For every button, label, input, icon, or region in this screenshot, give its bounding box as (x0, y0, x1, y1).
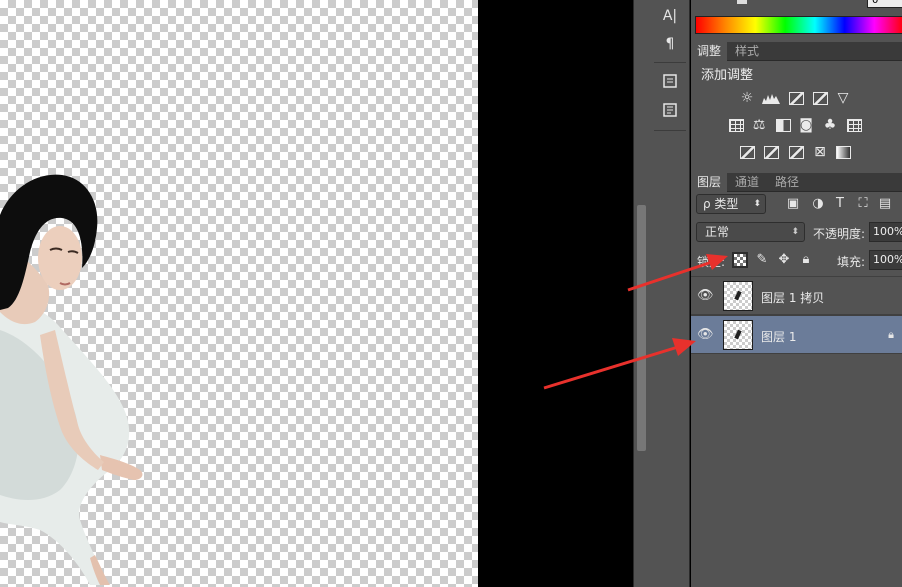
layer-thumbnail (723, 281, 753, 311)
panel-icon-strip: A| ¶ (650, 0, 690, 587)
paragraph-styles-icon[interactable] (658, 102, 682, 124)
hue-saturation-icon[interactable] (727, 117, 745, 133)
right-panel-dock: 0 调整 样式 添加调整 ☼ ▽ ⚖ ◙ ♣ ⊠ 图层 通道 路径 ρ 类型 ⬍… (691, 0, 902, 587)
filter-type-icon[interactable]: T (832, 196, 848, 212)
lock-all-icon[interactable]: 🔒︎ (798, 252, 814, 268)
adjustments-title: 添加调整 (701, 68, 754, 83)
pasteboard (478, 0, 633, 587)
posterize-icon[interactable] (762, 144, 780, 160)
color-value-field[interactable]: 0 (867, 0, 902, 8)
document-canvas[interactable] (0, 0, 478, 587)
layer-name: 图层 1 拷贝 (761, 291, 825, 305)
layer-filter-label: ρ 类型 (703, 197, 739, 211)
character-panel-icon[interactable]: A| (658, 5, 682, 27)
strip-divider (654, 62, 686, 63)
layer-locked-icon: 🔒︎ (888, 328, 894, 341)
layer-thumbnail (723, 320, 753, 350)
visibility-eye-icon[interactable]: 👁︎ (697, 288, 714, 304)
filter-adjustment-icon[interactable]: ◑ (810, 196, 826, 212)
subject-image (0, 174, 143, 585)
tab-layers[interactable]: 图层 (691, 173, 728, 192)
color-balance-icon[interactable]: ⚖ (750, 117, 768, 133)
blend-mode-select[interactable]: 正常 ⬍ (696, 222, 805, 242)
layer-name: 图层 1 (761, 330, 797, 344)
black-white-icon[interactable] (774, 117, 792, 133)
curves-icon[interactable] (787, 90, 805, 106)
filter-pixel-icon[interactable]: ▣ (785, 196, 801, 212)
color-panel-header: 0 (691, 0, 902, 16)
blend-mode-value: 正常 (705, 225, 730, 239)
lock-label: 锁定: (697, 255, 726, 269)
fill-label: 填充: (837, 255, 866, 269)
fill-input[interactable]: 100% (869, 250, 902, 270)
color-lookup-icon[interactable] (845, 117, 863, 133)
vibrance-icon[interactable]: ▽ (834, 90, 852, 106)
layer-row-copy[interactable]: 👁︎ 图层 1 拷贝 (691, 276, 902, 315)
photo-filter-icon[interactable]: ◙ (797, 117, 815, 133)
filter-shape-icon[interactable]: ⛶ (855, 196, 871, 212)
adjustments-tabbar: 调整 样式 (691, 42, 902, 61)
layer-filter-select[interactable]: ρ 类型 ⬍ (696, 194, 766, 214)
color-ramp[interactable] (695, 16, 902, 34)
lock-transparent-pixels-icon[interactable] (732, 252, 748, 268)
lock-image-pixels-icon[interactable]: ✎ (754, 252, 770, 268)
tab-styles[interactable]: 样式 (729, 42, 765, 61)
character-styles-icon[interactable] (658, 73, 682, 95)
opacity-input[interactable]: 100% (869, 222, 902, 242)
levels-icon[interactable] (762, 90, 780, 106)
layer-row-base[interactable]: 👁︎ 图层 1 🔒︎ (691, 315, 902, 354)
paragraph-panel-icon[interactable]: ¶ (658, 33, 682, 55)
exposure-icon[interactable] (811, 90, 829, 106)
visibility-eye-icon[interactable]: 👁︎ (697, 327, 714, 343)
filter-select-arrow-icon: ⬍ (753, 199, 761, 209)
blend-select-arrow-icon: ⬍ (791, 227, 799, 237)
gradient-map-icon[interactable] (834, 144, 852, 160)
layers-tabbar: 图层 通道 路径 (691, 173, 902, 192)
brightness-icon[interactable]: ☼ (738, 90, 756, 106)
tab-channels[interactable]: 通道 (729, 173, 765, 192)
channel-mixer-icon[interactable]: ♣ (821, 117, 839, 133)
opacity-label: 不透明度: (813, 227, 866, 241)
vertical-scrollbar[interactable] (633, 0, 650, 587)
threshold-icon[interactable] (787, 144, 805, 160)
tab-paths[interactable]: 路径 (769, 173, 805, 192)
invert-icon[interactable] (738, 144, 756, 160)
strip-divider (654, 130, 686, 131)
filter-smart-object-icon[interactable]: ▤ (877, 196, 893, 212)
lock-position-icon[interactable]: ✥ (776, 252, 792, 268)
selective-color-icon[interactable]: ⊠ (811, 144, 829, 160)
tab-adjustments[interactable]: 调整 (691, 42, 728, 61)
scrollbar-thumb[interactable] (637, 205, 646, 451)
color-slider-handle[interactable] (737, 0, 747, 4)
